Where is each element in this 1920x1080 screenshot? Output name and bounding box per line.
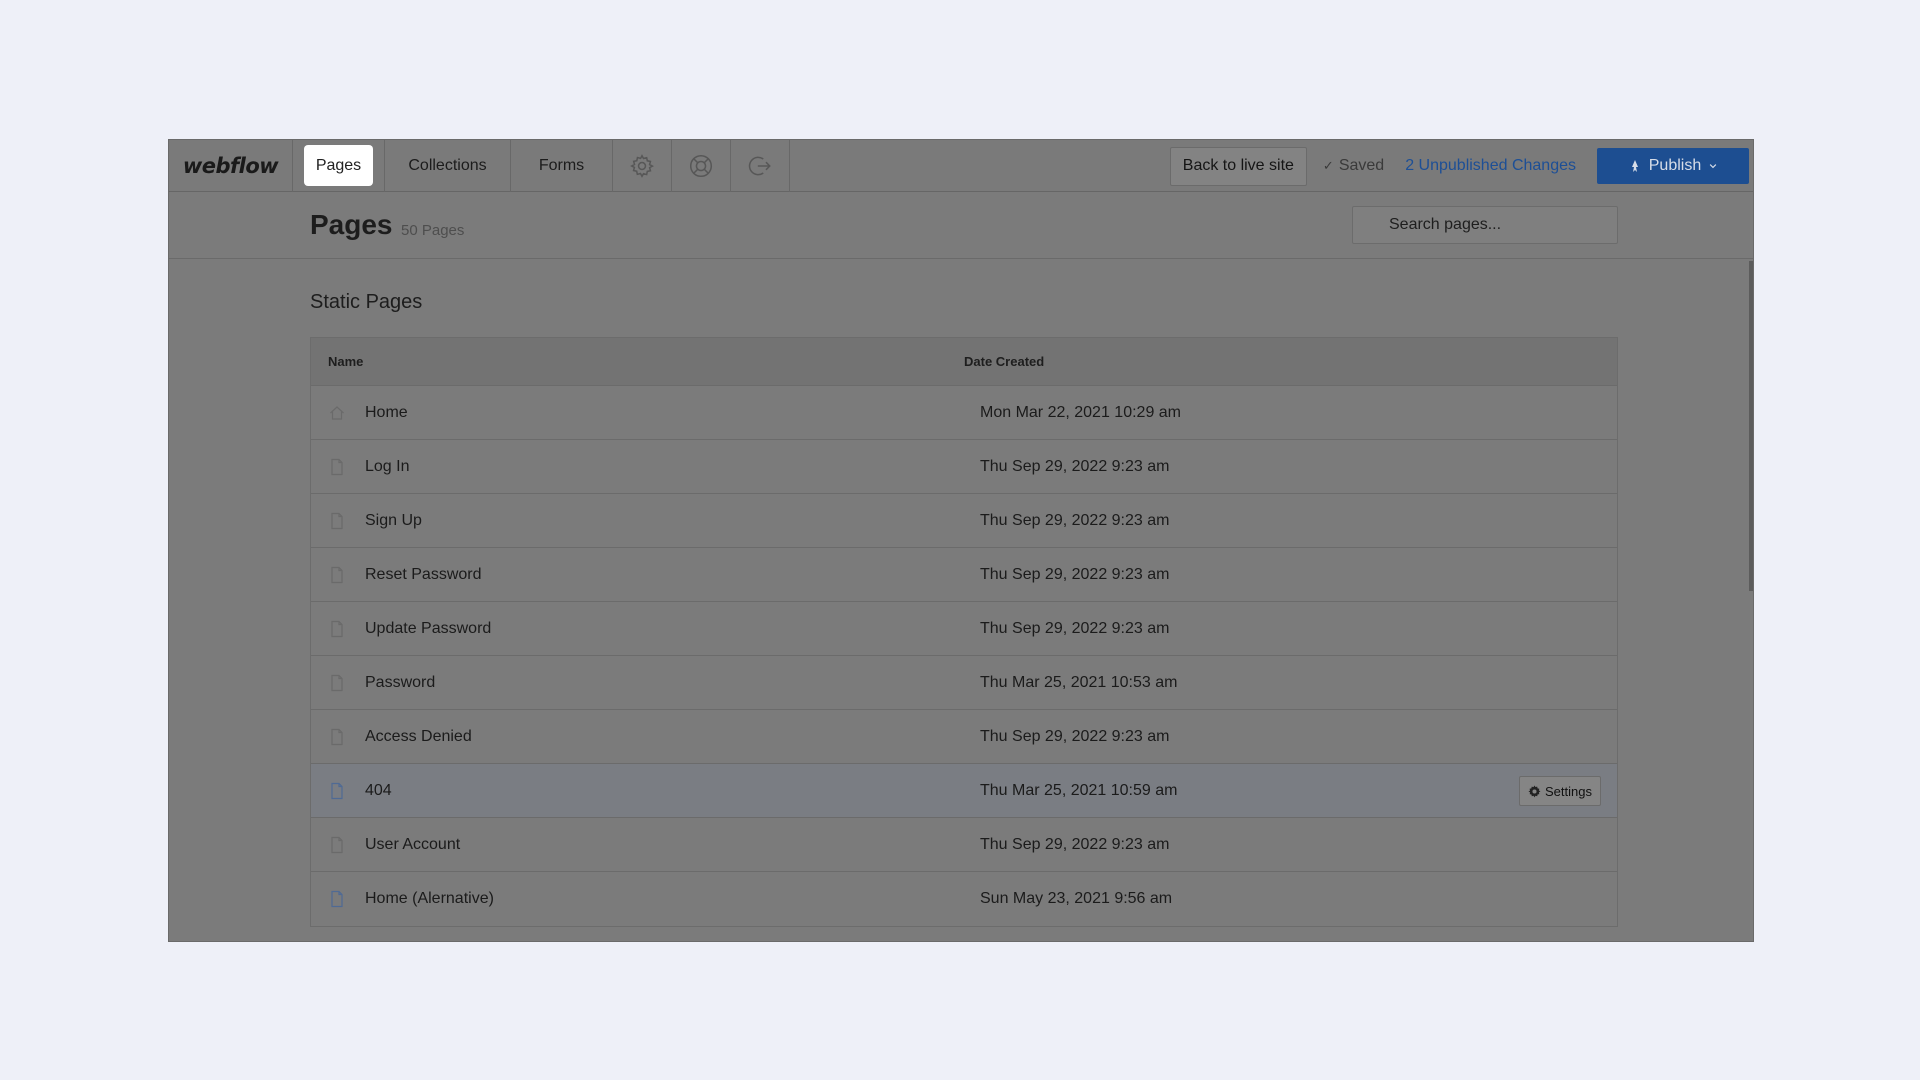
table-row[interactable]: Home Mon Mar 22, 2021 10:29 am bbox=[311, 386, 1617, 440]
saved-label: Saved bbox=[1338, 157, 1385, 174]
tab-pages-label[interactable]: Pages bbox=[303, 145, 374, 186]
column-header-name[interactable]: Name bbox=[311, 354, 964, 369]
gear-icon bbox=[630, 153, 654, 178]
row-date: Thu Sep 29, 2022 9:23 am bbox=[980, 457, 1170, 475]
page-settings-button[interactable]: Settings bbox=[1519, 776, 1601, 806]
row-name: User Account bbox=[365, 835, 461, 853]
page-count: 50 Pages bbox=[401, 222, 465, 239]
row-date: Thu Sep 29, 2022 9:23 am bbox=[980, 835, 1170, 853]
tab-collections[interactable]: Collections bbox=[385, 140, 511, 192]
webflow-logo[interactable]: webflow bbox=[169, 140, 293, 192]
page-icon bbox=[329, 458, 345, 476]
settings-label: Settings bbox=[1545, 783, 1592, 799]
row-date: Thu Sep 29, 2022 9:23 am bbox=[980, 727, 1170, 745]
table-row[interactable]: Password Thu Mar 25, 2021 10:53 am bbox=[311, 656, 1617, 710]
unpublished-changes-link[interactable]: 2 Unpublished Changes bbox=[1405, 157, 1576, 175]
table-header: Name Date Created bbox=[311, 338, 1617, 386]
publish-label: Publish bbox=[1648, 157, 1702, 174]
page-icon bbox=[329, 890, 345, 908]
column-header-date[interactable]: Date Created bbox=[964, 354, 1044, 369]
publish-button[interactable]: Publish bbox=[1597, 148, 1749, 184]
row-name: Reset Password bbox=[365, 565, 482, 583]
back-to-live-site-button[interactable]: Back to live site bbox=[1169, 146, 1307, 186]
row-date: Thu Sep 29, 2022 9:23 am bbox=[980, 619, 1170, 637]
saved-status: ✓ Saved bbox=[1323, 157, 1384, 175]
page-icon bbox=[329, 782, 345, 800]
row-date: Thu Mar 25, 2021 10:59 am bbox=[980, 781, 1178, 799]
table-row[interactable]: Log In Thu Sep 29, 2022 9:23 am bbox=[311, 440, 1617, 494]
topbar-actions: Back to live site ✓ Saved 2 Unpublished … bbox=[1169, 140, 1749, 192]
settings-tab-button[interactable] bbox=[613, 140, 672, 192]
row-name: 404 bbox=[365, 781, 392, 799]
static-pages-table: Name Date Created Home Mon Mar 22, 2021 … bbox=[310, 337, 1618, 927]
gear-icon bbox=[1528, 784, 1541, 797]
row-name: Home bbox=[365, 403, 408, 421]
rocket-icon bbox=[1631, 160, 1638, 172]
pages-panel-window: webflow Pages Collections Forms Back to … bbox=[168, 139, 1754, 942]
exit-tab-button[interactable] bbox=[731, 140, 790, 192]
row-date: Thu Sep 29, 2022 9:23 am bbox=[980, 511, 1170, 529]
help-tab-button[interactable] bbox=[672, 140, 731, 192]
row-date: Sun May 23, 2021 9:56 am bbox=[980, 890, 1173, 907]
pages-header: Pages 50 Pages bbox=[169, 192, 1753, 259]
tab-forms-label[interactable]: Forms bbox=[539, 157, 584, 175]
page-icon bbox=[329, 512, 345, 530]
row-date: Thu Mar 25, 2021 10:53 am bbox=[980, 673, 1178, 691]
page-icon bbox=[329, 566, 345, 584]
top-nav-bar: webflow Pages Collections Forms Back to … bbox=[169, 140, 1753, 192]
section-title: Static Pages bbox=[310, 291, 423, 313]
table-row[interactable]: Sign Up Thu Sep 29, 2022 9:23 am bbox=[311, 494, 1617, 548]
row-name: Update Password bbox=[365, 619, 492, 637]
search-pages-input[interactable] bbox=[1352, 206, 1618, 244]
page-icon bbox=[329, 674, 345, 692]
row-name: Home (Alernative) bbox=[365, 890, 494, 907]
page-icon bbox=[329, 728, 345, 746]
table-row[interactable]: Update Password Thu Sep 29, 2022 9:23 am bbox=[311, 602, 1617, 656]
home-icon bbox=[329, 404, 345, 422]
tab-forms[interactable]: Forms bbox=[511, 140, 613, 192]
scrollbar[interactable] bbox=[1749, 261, 1753, 591]
table-row[interactable]: Home (Alernative) Sun May 23, 2021 9:56 … bbox=[311, 872, 1617, 926]
chevron-down-icon bbox=[1709, 164, 1717, 169]
page-icon bbox=[329, 836, 345, 854]
table-row[interactable]: 404 Thu Mar 25, 2021 10:59 am Settings bbox=[311, 764, 1617, 818]
row-name: Sign Up bbox=[365, 511, 422, 529]
row-name: Log In bbox=[365, 457, 410, 475]
help-circle-icon bbox=[689, 154, 713, 177]
checkmark-icon: ✓ bbox=[1322, 158, 1334, 173]
tab-pages[interactable]: Pages bbox=[293, 140, 385, 192]
table-row[interactable]: User Account Thu Sep 29, 2022 9:23 am bbox=[311, 818, 1617, 872]
row-date: Thu Sep 29, 2022 9:23 am bbox=[980, 565, 1170, 583]
row-name: Password bbox=[365, 673, 436, 691]
page-icon bbox=[329, 620, 345, 638]
row-date: Mon Mar 22, 2021 10:29 am bbox=[980, 403, 1182, 421]
tab-collections-label[interactable]: Collections bbox=[408, 157, 486, 175]
exit-icon bbox=[748, 156, 771, 175]
table-row[interactable]: Access Denied Thu Sep 29, 2022 9:23 am bbox=[311, 710, 1617, 764]
row-name: Access Denied bbox=[365, 727, 472, 745]
table-row[interactable]: Reset Password Thu Sep 29, 2022 9:23 am bbox=[311, 548, 1617, 602]
page-title: Pages bbox=[310, 209, 393, 240]
